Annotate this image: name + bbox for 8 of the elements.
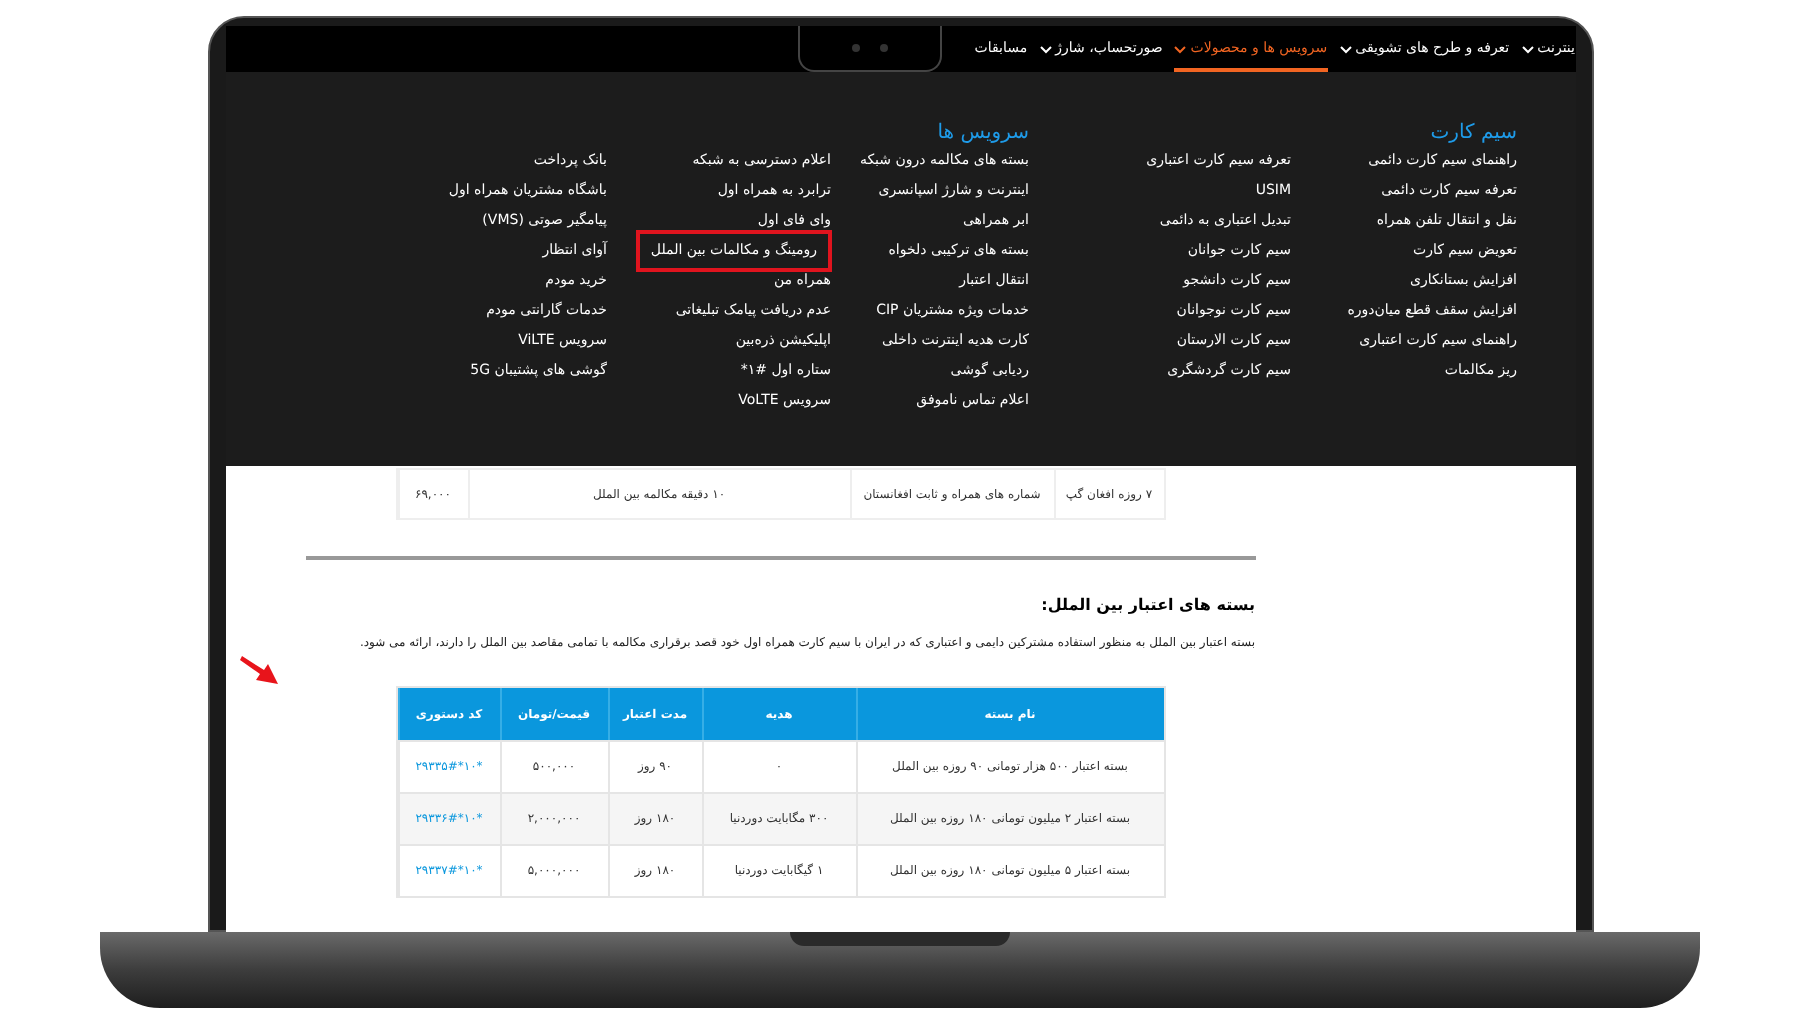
menu-heading: سرویس ها (937, 122, 1029, 144)
chevron-down-icon (1039, 45, 1052, 53)
chevron-down-icon (1339, 45, 1352, 53)
arrow-icon (239, 652, 279, 686)
menu-heading: سیم کارت (1430, 122, 1517, 144)
section-heading: بسته های اعتبار بین الملل: (1039, 594, 1255, 618)
chevron-down-icon (1174, 45, 1187, 53)
chevron-down-icon (1521, 45, 1534, 53)
